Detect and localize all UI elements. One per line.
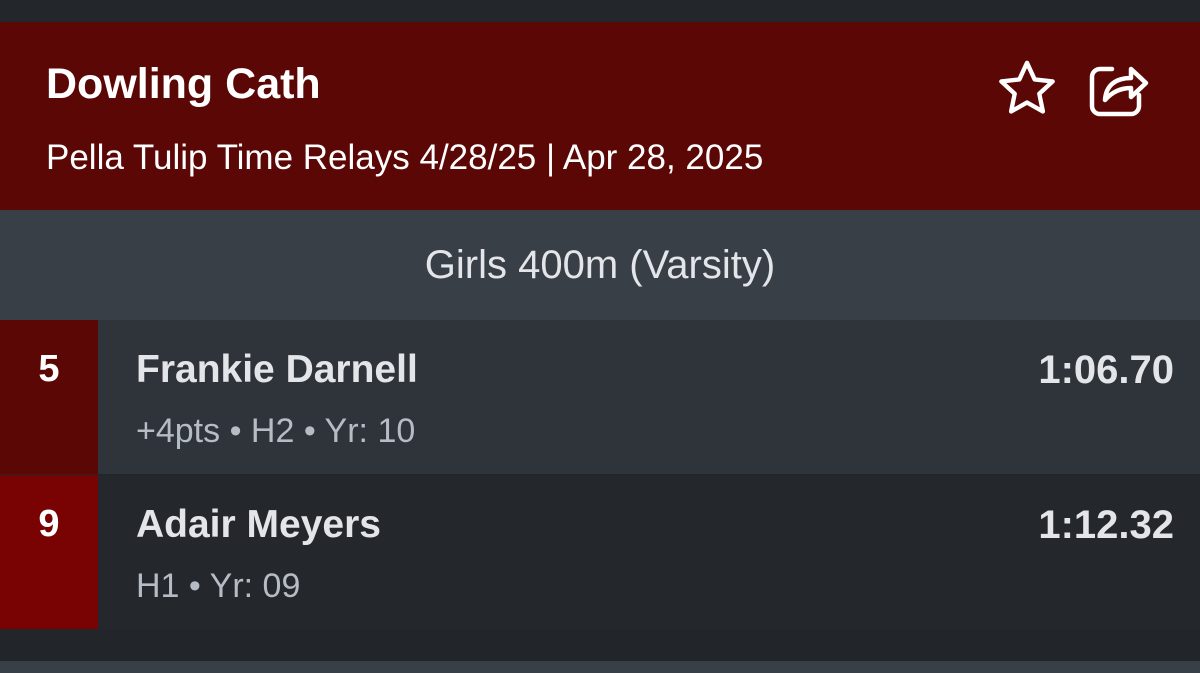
event-header: Girls 400m (Varsity) xyxy=(0,210,1200,320)
team-header: Dowling Cath Pella Tulip Time Relays 4/2… xyxy=(0,22,1200,210)
place-number: 9 xyxy=(38,503,60,545)
athlete-name: Frankie Darnell xyxy=(136,348,418,391)
result-row[interactable]: 9 Adair Meyers H1 • Yr: 09 1:12.32 xyxy=(0,475,1200,629)
result-row[interactable]: 5 Frankie Darnell +4pts • H2 • Yr: 10 1:… xyxy=(0,320,1200,474)
bottom-strip xyxy=(0,661,1200,673)
meet-info: Pella Tulip Time Relays 4/28/25 | Apr 28… xyxy=(46,138,764,177)
top-strip xyxy=(0,0,1200,22)
result-time: 1:06.70 xyxy=(1038,348,1174,392)
athlete-name: Adair Meyers xyxy=(136,503,381,546)
event-title: Girls 400m (Varsity) xyxy=(424,242,776,287)
place-number: 5 xyxy=(38,348,60,390)
favorite-button[interactable] xyxy=(994,56,1060,122)
results-screen: Dowling Cath Pella Tulip Time Relays 4/2… xyxy=(0,0,1200,673)
star-icon xyxy=(999,60,1055,114)
share-button[interactable] xyxy=(1084,56,1150,122)
place-badge: 9 xyxy=(0,475,98,629)
athlete-details: +4pts • H2 • Yr: 10 xyxy=(136,412,416,450)
team-name: Dowling Cath xyxy=(46,60,321,108)
share-icon xyxy=(1089,66,1149,117)
result-time: 1:12.32 xyxy=(1038,503,1174,547)
place-badge: 5 xyxy=(0,320,98,474)
athlete-details: H1 • Yr: 09 xyxy=(136,567,301,605)
